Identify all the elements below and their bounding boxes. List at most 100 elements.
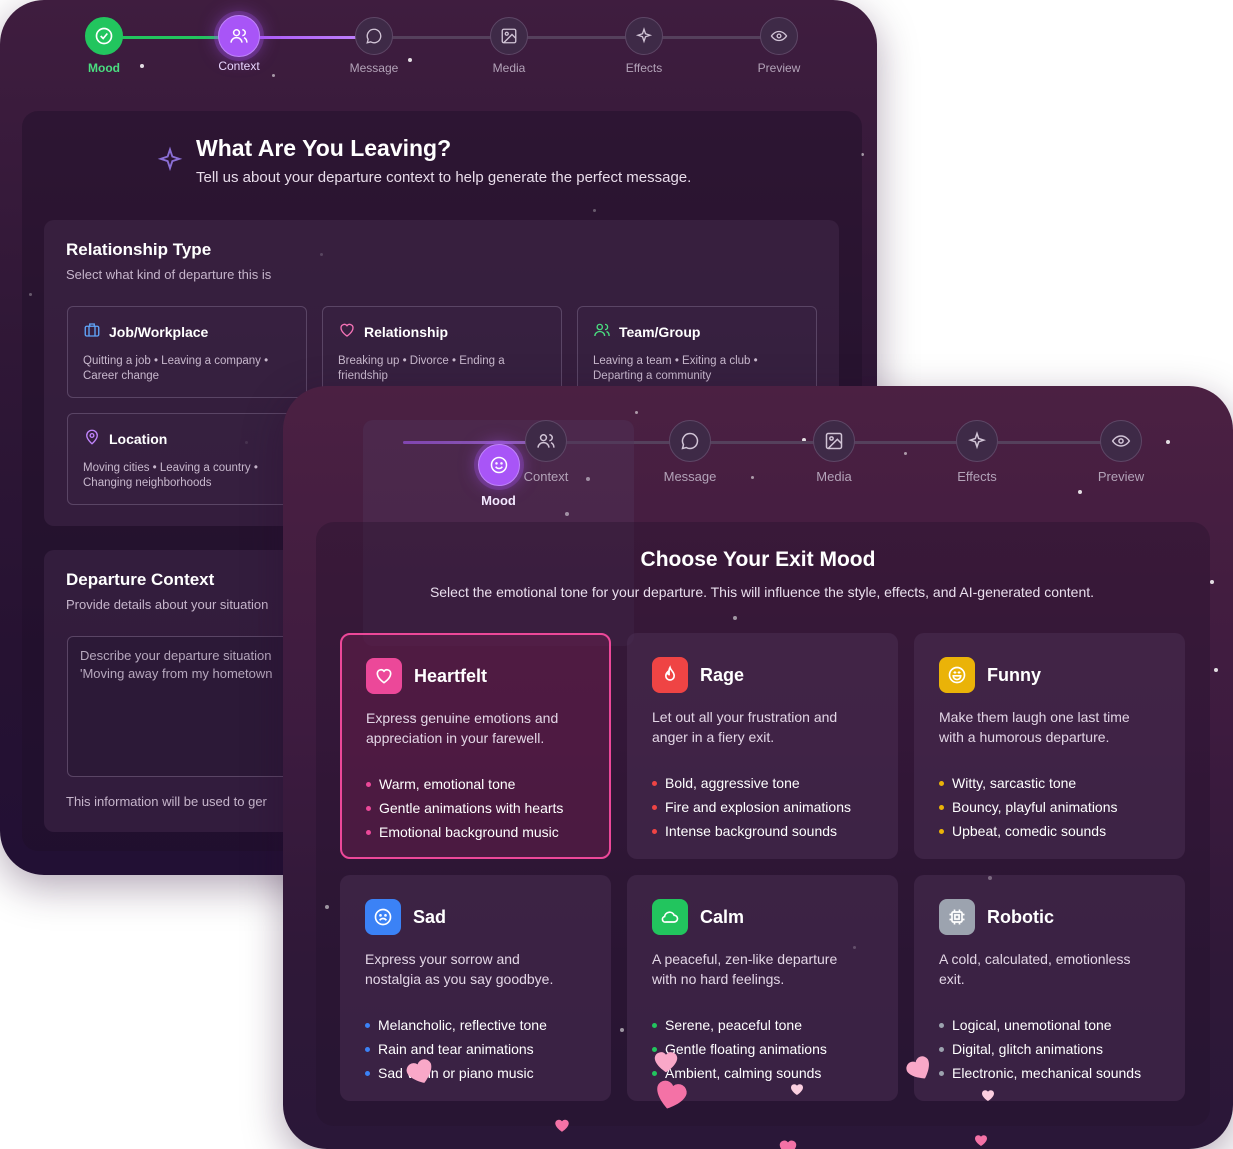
heart-icon: [338, 321, 356, 342]
helper-text: This information will be used to ger: [66, 794, 267, 809]
option-label: Job/Workplace: [109, 323, 209, 340]
users-icon: [593, 321, 611, 342]
step-label: Media: [816, 469, 852, 484]
feature-item: Fire and explosion animations: [652, 795, 873, 819]
feature-item: Upbeat, comedic sounds: [939, 819, 1160, 843]
step-context[interactable]: Context: [199, 15, 279, 73]
step-message[interactable]: Message: [334, 17, 414, 75]
mood-step-window: Mood Context Message Media Effects Previ…: [283, 386, 1233, 1149]
step-label: Mood: [481, 493, 516, 508]
users-icon: [218, 15, 260, 57]
option-relationship[interactable]: Relationship Breaking up • Divorce • End…: [322, 306, 562, 398]
mood-name: Funny: [987, 664, 1041, 685]
map-pin-icon: [83, 428, 101, 449]
feature-item: Gentle floating animations: [652, 1037, 873, 1061]
laugh-icon: [939, 657, 975, 693]
frown-icon: [365, 899, 401, 935]
step-label: Effects: [625, 61, 663, 75]
feature-item: Electronic, mechanical sounds: [939, 1061, 1160, 1085]
feature-item: Digital, glitch animations: [939, 1037, 1160, 1061]
option-location[interactable]: Location Moving cities • Leaving a count…: [67, 413, 307, 505]
page-title: What Are You Leaving?: [196, 135, 452, 161]
mood-desc: Express genuine emotions and: [366, 710, 559, 726]
mood-desc: A cold, calculated, emotionless: [939, 951, 1131, 967]
section-title: Departure Context: [66, 570, 215, 589]
briefcase-icon: [83, 321, 101, 342]
step-label: Context: [523, 469, 569, 484]
mood-desc: appreciation in your farewell.: [366, 730, 545, 746]
step-label: Context: [218, 59, 260, 73]
mood-card-rage[interactable]: Rage Let out all your frustration and ang…: [627, 633, 898, 859]
feature-item: Melancholic, reflective tone: [365, 1013, 586, 1037]
step-media[interactable]: Media: [794, 420, 874, 484]
page-title: Choose Your Exit Mood: [640, 548, 876, 571]
step-effects[interactable]: Effects: [937, 420, 1017, 484]
option-desc: Departing a community: [593, 370, 712, 382]
feature-item: Warm, emotional tone: [366, 772, 585, 796]
heart-icon: [366, 658, 402, 694]
option-team-group[interactable]: Team/Group Leaving a team • Exiting a cl…: [577, 306, 817, 398]
sparkles-icon: [625, 17, 663, 55]
mood-desc: Make them laugh one last time: [939, 709, 1130, 725]
feature-item: Logical, unemotional tone: [939, 1013, 1160, 1037]
step-label: Message: [349, 61, 399, 75]
floating-heart-icon: [791, 1084, 803, 1095]
mood-card-sad[interactable]: Sad Express your sorrow and nostalgia as …: [340, 875, 611, 1101]
mood-desc: Let out all your frustration and: [652, 709, 838, 725]
floating-heart-icon: [779, 1140, 797, 1149]
departure-context-textarea[interactable]: Describe your departure situation 'Movin…: [67, 636, 297, 777]
floating-heart-icon: [657, 1080, 687, 1109]
mood-desc: anger in a fiery exit.: [652, 729, 775, 745]
floating-heart-icon: [975, 1135, 987, 1146]
feature-item: Intense background sounds: [652, 819, 873, 843]
option-desc: Quitting a job • Leaving a company •: [83, 355, 269, 367]
users-icon: [525, 420, 567, 462]
floating-heart-icon: [906, 1056, 929, 1079]
step-preview[interactable]: Preview: [1081, 420, 1161, 484]
feature-item: Bouncy, playful animations: [939, 795, 1160, 819]
section-subtitle: Provide details about your situation: [66, 597, 269, 612]
step-label: Message: [663, 469, 717, 484]
option-label: Location: [109, 430, 168, 447]
feature-item: Bold, aggressive tone: [652, 771, 873, 795]
option-desc: Moving cities • Leaving a country •: [83, 462, 258, 474]
step-context[interactable]: Context: [506, 420, 586, 484]
mood-card-heartfelt[interactable]: Heartfelt Express genuine emotions and ap…: [340, 633, 611, 859]
option-desc: friendship: [338, 370, 388, 382]
image-icon: [490, 17, 528, 55]
flame-icon: [652, 657, 688, 693]
step-effects[interactable]: Effects: [604, 17, 684, 75]
step-preview[interactable]: Preview: [739, 17, 819, 75]
check-icon: [85, 17, 123, 55]
option-desc: Career change: [83, 370, 160, 382]
option-label: Relationship: [364, 323, 449, 340]
option-label: Team/Group: [619, 323, 701, 340]
step-message[interactable]: Message: [650, 420, 730, 484]
mood-card-funny[interactable]: Funny Make them laugh one last time with …: [914, 633, 1185, 859]
step-label: Preview: [1097, 469, 1145, 484]
feature-item: Gentle animations with hearts: [366, 796, 585, 820]
message-icon: [355, 17, 393, 55]
section-title: Relationship Type: [66, 240, 212, 259]
step-label: Mood: [88, 61, 120, 75]
feature-item: Serene, peaceful tone: [652, 1013, 873, 1037]
section-subtitle: Select what kind of departure this is: [66, 267, 272, 282]
sparkles-icon: [156, 146, 184, 179]
step-media[interactable]: Media: [469, 17, 549, 75]
mood-name: Heartfelt: [414, 665, 488, 686]
cpu-icon: [939, 899, 975, 935]
floating-heart-icon: [654, 1052, 678, 1073]
floating-heart-icon: [406, 1059, 432, 1083]
floating-heart-icon: [982, 1090, 994, 1101]
feature-item: Emotional background music: [366, 820, 585, 844]
option-job-workplace[interactable]: Job/Workplace Quitting a job • Leaving a…: [67, 306, 307, 398]
mood-desc: with no hard feelings.: [652, 971, 785, 987]
page-subtitle: Tell us about your departure context to …: [196, 169, 692, 186]
step-label: Media: [492, 61, 526, 75]
mood-desc: nostalgia as you say goodbye.: [365, 971, 554, 987]
eye-icon: [1100, 420, 1142, 462]
sparkles-icon: [956, 420, 998, 462]
eye-icon: [760, 17, 798, 55]
mood-card-robotic[interactable]: Robotic A cold, calculated, emotionless e…: [914, 875, 1185, 1101]
step-mood[interactable]: Mood: [64, 17, 144, 75]
